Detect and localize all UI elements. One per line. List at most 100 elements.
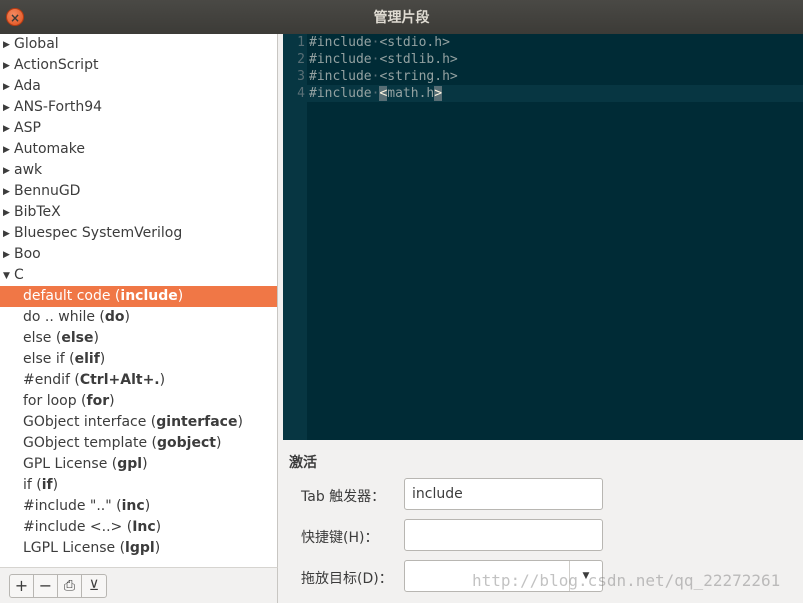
chevron-right-icon[interactable]: ▶ [3,161,14,182]
snippet-item[interactable]: #include <..> (Inc) [0,517,277,538]
snippet-trigger: lgpl [125,540,155,556]
tree-group-label: BennuGD [14,183,81,199]
snippet-paren: ( [111,498,122,514]
remove-snippet-button[interactable]: − [34,574,58,597]
remove-icon: − [38,576,53,595]
snippet-paren: ) [237,414,243,430]
chevron-right-icon[interactable]: ▶ [3,224,14,245]
code-argument: <stdlib.h> [379,52,458,67]
snippet-paren: ( [76,393,87,409]
chevron-right-icon[interactable]: ▶ [3,35,14,56]
tree-group-label: Automake [14,141,85,157]
snippet-code-editor[interactable]: 1 #include·<stdio.h> 2 #include·<stdlib.h> 3… [283,34,803,440]
add-snippet-button[interactable]: + [10,574,34,597]
chevron-down-icon[interactable]: ▼ [3,266,14,287]
tree-group-item[interactable]: ▶ ActionScript [0,55,277,76]
snippet-buttons: + − ⎙ ⊻ [9,573,107,598]
tree-group-item[interactable]: ▶ Bluespec SystemVerilog [0,223,277,244]
chevron-right-icon[interactable]: ▶ [3,203,14,224]
snippet-paren: ) [52,477,59,493]
code-keyword: #include [309,35,372,50]
snippet-name: for loop [23,393,77,409]
code-argument: <stdio.h> [379,35,450,50]
line-number: 4 [297,86,305,101]
chevron-right-icon[interactable]: ▶ [3,245,14,266]
tree-group-item[interactable]: ▶ Global [0,34,277,55]
tree-group-label: BibTeX [14,204,61,220]
snippet-paren: ) [109,393,115,409]
tab-trigger-input[interactable]: include [404,478,603,510]
code-keyword: #include [309,69,372,84]
snippet-name: else [23,330,52,346]
snippet-paren: ( [115,540,126,556]
tree-group-item[interactable]: ▶ Automake [0,139,277,160]
tree-group-item[interactable]: ▶ ANS-Forth94 [0,97,277,118]
chevron-right-icon[interactable]: ▶ [3,182,14,203]
snippet-paren: ) [124,309,130,325]
close-button[interactable]: × [6,8,24,26]
export-snippets-button[interactable]: ⊻ [82,575,106,597]
chevron-right-icon[interactable]: ▶ [3,56,14,77]
tree-group-label: Ada [14,78,41,94]
chevron-right-icon[interactable]: ▶ [3,77,14,98]
snippet-name: #include <..> [23,519,123,535]
snippet-name: else if [23,351,65,367]
tree-group-label: ActionScript [14,57,99,73]
tree-group-item-expanded[interactable]: ▼ C [0,265,277,286]
snippet-trigger: elif [74,351,100,367]
manage-snippets-window: × 管理片段 ▶ Global ▶ ActionScript ▶ Ada ▶ ANS-Fort… [0,0,803,603]
snippet-item[interactable]: LGPL License (lgpl) [0,538,277,559]
snippet-trigger: Inc [132,519,156,535]
snippet-paren: ) [215,435,222,451]
tree-group-label: Boo [14,246,41,262]
snippet-trigger: else [61,330,94,346]
code-text: #include·<math.h> [309,85,443,102]
line-number: 3 [297,69,305,84]
snippet-item[interactable]: #include ".." (inc) [0,496,277,517]
shortcut-input[interactable] [404,519,603,551]
snippet-item[interactable]: if (if) [0,475,277,496]
snippet-item[interactable]: else (else) [0,328,277,349]
snippet-name: #include ".." [23,498,112,514]
snippet-name: GObject template [23,435,148,451]
snippet-name: if [23,477,32,493]
snippet-item[interactable]: GObject interface (ginterface) [0,412,277,433]
tree-group-item[interactable]: ▶ Ada [0,76,277,97]
tree-group-item[interactable]: ▶ BennuGD [0,181,277,202]
snippet-item[interactable]: GObject template (gobject) [0,433,277,454]
code-keyword: #include [309,86,372,101]
snippet-item[interactable]: do .. while (do) [0,307,277,328]
snippet-tree[interactable]: ▶ Global ▶ ActionScript ▶ Ada ▶ ANS-Forth94 ▶ ASP… [0,34,278,567]
snippet-name: do .. while [23,309,95,325]
tree-group-label: C [14,267,24,283]
watermark: http://blog.csdn.net/qq_22272261 [472,571,781,590]
snippet-item[interactable]: GPL License (gpl) [0,454,277,475]
snippet-item[interactable]: default code (include) [0,286,277,307]
line-number: 1 [297,35,305,50]
tree-group-item[interactable]: ▶ Boo [0,244,277,265]
tree-group-item[interactable]: ▶ ASP [0,118,277,139]
snippet-item[interactable]: else if (elif) [0,349,277,370]
chevron-right-icon[interactable]: ▶ [3,119,14,140]
snippet-trigger: include [120,288,178,304]
shortcut-label: 快捷键(H)： [301,530,379,546]
chevron-right-icon[interactable]: ▶ [3,140,14,161]
snippet-trigger: for [86,393,110,409]
snippet-paren: ( [64,351,75,367]
activation-title: 激活 [289,455,317,471]
snippet-paren: ) [155,519,162,535]
tree-group-item[interactable]: ▶ awk [0,160,277,181]
snippet-paren: ( [107,456,118,472]
import-snippets-button[interactable]: ⎙ [58,574,82,597]
snippet-item[interactable]: #endif (Ctrl+Alt+.) [0,370,277,391]
tree-group-label: ASP [14,120,41,136]
snippet-item[interactable]: for loop (for) [0,391,277,412]
snippet-name: #endif [23,372,70,388]
chevron-right-icon[interactable]: ▶ [3,98,14,119]
snippet-trigger: if [41,477,53,493]
drop-target-label: 拖放目标(D)： [301,571,393,587]
tree-group-item[interactable]: ▶ BibTeX [0,202,277,223]
snippet-paren: ) [154,540,161,556]
snippet-paren: ( [110,288,121,304]
code-line: 4 #include·<math.h> [283,85,803,102]
